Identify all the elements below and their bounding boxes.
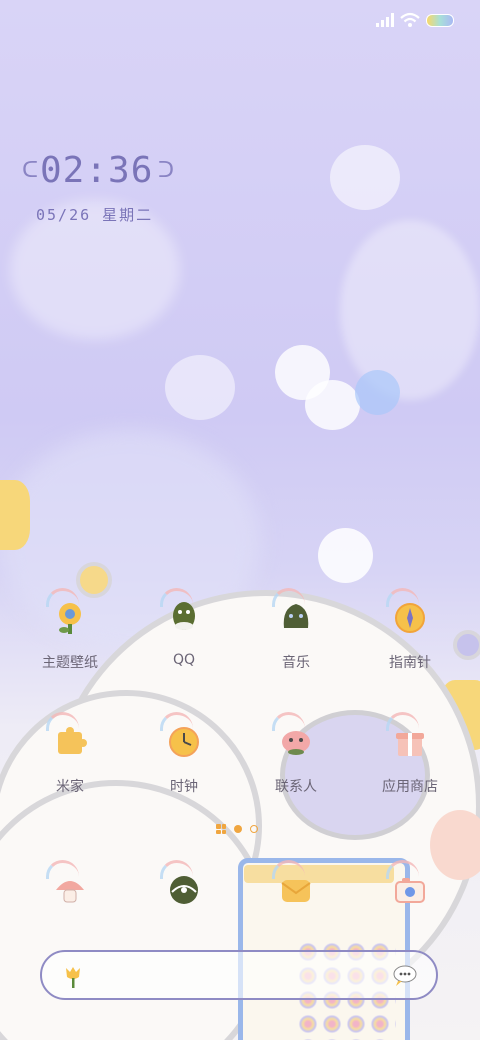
wallpaper-yellow-star <box>0 480 30 550</box>
clock-app-icon <box>160 712 204 762</box>
wallpaper-yellow-dot <box>76 562 112 598</box>
status-bar <box>0 0 480 40</box>
wallpaper-flower <box>318 528 373 583</box>
search-bar[interactable] <box>40 950 438 1000</box>
app-label: QQ <box>172 652 196 668</box>
compass-icon <box>386 588 430 638</box>
theme-flower-icon <box>46 588 90 638</box>
dock-camera[interactable] <box>360 860 460 910</box>
app-music[interactable]: 音乐 <box>246 588 346 672</box>
camera-icon <box>386 860 430 910</box>
app-compass[interactable]: 指南针 <box>360 588 460 672</box>
battery-icon <box>426 14 454 27</box>
clock-right-decoration: ᑐ <box>158 158 175 183</box>
messages-icon <box>272 860 316 910</box>
app-label: 主题壁纸 <box>42 655 98 671</box>
dock-browser[interactable] <box>134 860 234 910</box>
page-indicator-grid-icon[interactable] <box>216 824 226 834</box>
wallpaper-flower <box>330 145 400 210</box>
app-theme-wallpaper[interactable]: 主题壁纸 <box>20 588 120 672</box>
page-indicator <box>216 824 258 834</box>
tulip-icon <box>66 967 80 988</box>
wifi-icon <box>400 12 420 27</box>
app-mi-home[interactable]: 米家 <box>20 712 120 796</box>
wallpaper-flower <box>305 380 360 430</box>
app-label: 指南针 <box>389 655 431 671</box>
dock-phone[interactable] <box>20 860 120 910</box>
qq-icon <box>160 588 204 638</box>
wallpaper-flower <box>165 355 235 420</box>
app-clock[interactable]: 时钟 <box>134 712 234 796</box>
app-label: 时钟 <box>170 779 198 795</box>
cellular-signal-icon <box>376 13 394 27</box>
app-label: 米家 <box>56 779 84 795</box>
page-dot-active[interactable] <box>234 825 242 833</box>
phone-mushroom-icon <box>46 860 90 910</box>
app-label: 应用商店 <box>382 779 438 795</box>
app-app-store[interactable]: 应用商店 <box>360 712 460 796</box>
app-label: 音乐 <box>282 655 310 671</box>
browser-icon <box>160 860 204 910</box>
page-dot[interactable] <box>250 825 258 833</box>
voice-assistant-icon[interactable] <box>392 964 418 988</box>
app-contacts[interactable]: 联系人 <box>246 712 346 796</box>
wallpaper-flower <box>340 220 480 400</box>
app-qq[interactable]: QQ <box>134 588 234 668</box>
clock-date[interactable]: 05/26 星期二 <box>36 204 153 225</box>
clock-time[interactable]: 02:36 <box>40 150 153 191</box>
music-icon <box>272 588 316 638</box>
dock-messages[interactable] <box>246 860 346 910</box>
mi-home-puzzle-icon <box>46 712 90 762</box>
app-label: 联系人 <box>275 779 317 795</box>
clock-left-decoration: ᑕ <box>22 158 39 183</box>
app-store-gift-icon <box>386 712 430 762</box>
contacts-icon <box>272 712 316 762</box>
wallpaper-flower <box>355 370 400 415</box>
